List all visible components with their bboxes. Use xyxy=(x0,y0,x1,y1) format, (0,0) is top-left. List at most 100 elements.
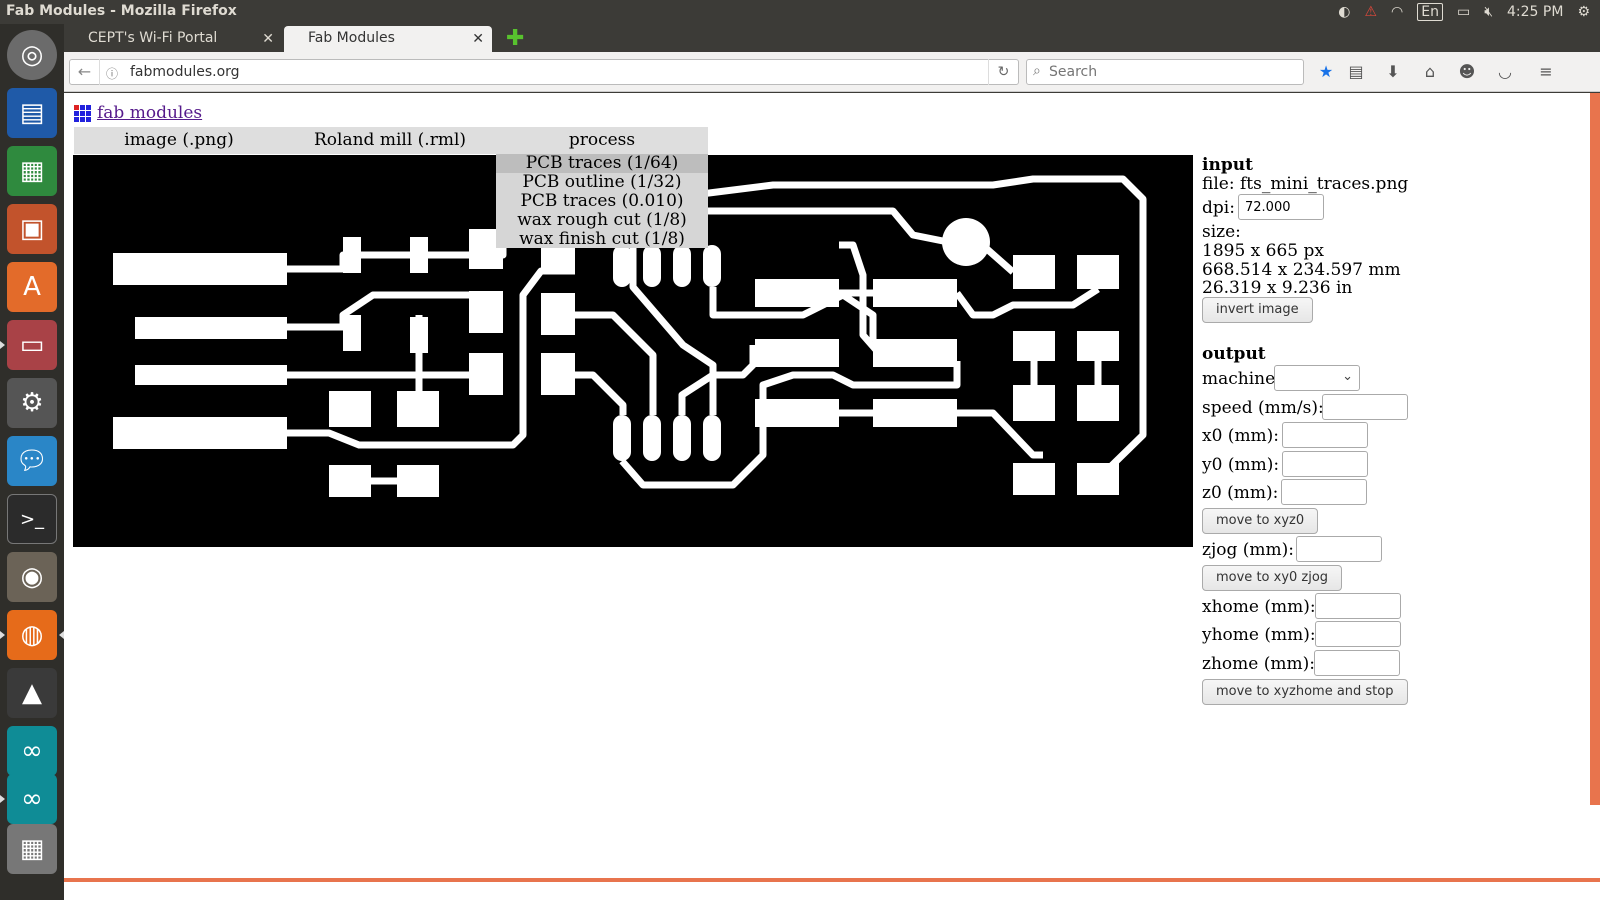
files-icon[interactable]: ▭ xyxy=(7,320,57,370)
zjog-label: zjog (mm): xyxy=(1202,540,1294,560)
chat-icon[interactable]: ☻ xyxy=(1455,60,1479,84)
arduino-icon[interactable]: ∞ xyxy=(7,726,57,776)
keyboard-layout-indicator[interactable]: En xyxy=(1417,3,1443,21)
process-dropdown: PCB traces (1/64) PCB outline (1/32) PCB… xyxy=(496,154,708,249)
tab-strip: CEPT's Wi-Fi Portal ✕ Fab Modules ✕ ✚ xyxy=(64,24,1600,52)
ubuntu-dash-icon[interactable]: ◎ xyxy=(7,30,57,80)
running-indicator xyxy=(0,631,5,639)
wifi-icon[interactable]: ◠ xyxy=(1391,4,1403,20)
size-px: 1895 x 665 px xyxy=(1202,241,1324,261)
fab-modules-home[interactable]: fab modules xyxy=(74,103,202,123)
move-to-xy0-zjog-button[interactable]: move to xy0 zjog xyxy=(1202,565,1343,591)
workspace-switcher-icon[interactable]: ▦ xyxy=(7,824,57,874)
search-input[interactable] xyxy=(1049,62,1289,82)
machine-label: machine xyxy=(1202,369,1276,389)
dpi-label: dpi: xyxy=(1202,198,1235,218)
bookmark-star-icon[interactable]: ★ xyxy=(1314,60,1338,84)
page-scrollbar[interactable] xyxy=(1590,93,1600,880)
terminal-icon[interactable]: >_ xyxy=(7,494,57,544)
gimp-icon[interactable]: ◉ xyxy=(7,552,57,602)
reload-icon[interactable]: ↻ xyxy=(988,59,1018,85)
tab-wifi-portal[interactable]: CEPT's Wi-Fi Portal ✕ xyxy=(64,26,282,52)
search-icon: ⌕ xyxy=(1033,63,1041,79)
url-text[interactable]: fabmodules.org xyxy=(130,64,240,80)
arduino-icon[interactable]: ∞ xyxy=(7,774,57,824)
calc-icon[interactable]: ▦ xyxy=(7,146,57,196)
site-info-icon[interactable]: ⓘ xyxy=(106,65,118,82)
invert-image-button[interactable]: invert image xyxy=(1202,297,1313,323)
menu-process[interactable]: process xyxy=(496,127,708,154)
power-gear-icon[interactable]: ⚙ xyxy=(1577,4,1590,20)
writer-icon[interactable]: ▤ xyxy=(7,88,57,138)
pocket-icon[interactable]: ◡ xyxy=(1493,60,1517,84)
bookmarks-menu-icon[interactable]: ▤ xyxy=(1344,60,1368,84)
url-bar[interactable]: ← ⓘ fabmodules.org ↻ xyxy=(69,59,1019,85)
input-heading: input xyxy=(1202,155,1253,175)
z0-input[interactable] xyxy=(1281,479,1367,505)
yhome-label: yhome (mm): xyxy=(1202,625,1316,645)
y0-label: y0 (mm): xyxy=(1202,455,1280,475)
speed-label: speed (mm/s): xyxy=(1202,398,1324,418)
running-indicator xyxy=(0,795,5,803)
process-option[interactable]: wax rough cut (1/8) xyxy=(496,211,708,230)
hamburger-menu-icon[interactable]: ≡ xyxy=(1534,60,1558,84)
z0-label: z0 (mm): xyxy=(1202,483,1279,503)
yhome-input[interactable] xyxy=(1315,621,1401,647)
close-icon[interactable]: ✕ xyxy=(472,31,484,47)
search-bar[interactable]: ⌕ xyxy=(1026,59,1304,85)
xhome-input[interactable] xyxy=(1315,593,1401,619)
impress-icon[interactable]: ▣ xyxy=(7,204,57,254)
page-bottom-accent xyxy=(64,878,1600,882)
close-icon[interactable]: ✕ xyxy=(262,31,274,47)
back-arrow-icon[interactable]: ← xyxy=(70,59,100,85)
menu-roland-mill[interactable]: Roland mill (.rml) xyxy=(284,127,496,154)
dpi-input[interactable] xyxy=(1238,194,1324,220)
size-label: size: xyxy=(1202,222,1241,242)
x0-label: x0 (mm): xyxy=(1202,426,1280,446)
software-center-icon[interactable]: A xyxy=(7,262,57,312)
clock[interactable]: 4:25 PM xyxy=(1507,4,1563,20)
navigation-toolbar: ← ⓘ fabmodules.org ↻ ⌕ ★ ▤ ⬇ ⌂ ☻ ◡ ≡ xyxy=(64,52,1600,92)
speed-input[interactable] xyxy=(1322,394,1408,420)
battery-icon[interactable]: ▭ xyxy=(1457,4,1470,20)
firefox-icon[interactable]: ◍ xyxy=(7,610,57,660)
system-top-bar: Fab Modules - Mozilla Firefox ◐ ⚠ ◠ En ▭… xyxy=(0,0,1600,24)
new-tab-button[interactable]: ✚ xyxy=(506,26,524,51)
running-indicator xyxy=(0,341,5,349)
y0-input[interactable] xyxy=(1282,451,1368,477)
empathy-chat-icon[interactable]: 💬︎ xyxy=(7,436,57,486)
process-option[interactable]: PCB outline (1/32) xyxy=(496,173,708,192)
home-icon[interactable]: ⌂ xyxy=(1418,60,1442,84)
inkscape-icon[interactable]: ▲ xyxy=(7,668,57,718)
fab-modules-link[interactable]: fab modules xyxy=(97,103,202,123)
window-title: Fab Modules - Mozilla Firefox xyxy=(6,3,237,19)
system-tray: ◐ ⚠ ◠ En ▭ 🔇︎ 4:25 PM ⚙ xyxy=(1338,0,1590,24)
zhome-label: zhome (mm): xyxy=(1202,654,1315,674)
output-heading: output xyxy=(1202,344,1266,364)
scrollbar-thumb[interactable] xyxy=(1590,93,1600,805)
x0-input[interactable] xyxy=(1282,422,1368,448)
move-to-xyzhome-button[interactable]: move to xyzhome and stop xyxy=(1202,679,1408,705)
xhome-label: xhome (mm): xyxy=(1202,597,1316,617)
size-in: 26.319 x 9.236 in xyxy=(1202,278,1353,298)
zjog-input[interactable] xyxy=(1296,536,1382,562)
downloads-icon[interactable]: ⬇ xyxy=(1381,60,1405,84)
sync-icon[interactable]: ◐ xyxy=(1338,4,1350,20)
chevron-down-icon: ⌄ xyxy=(1342,369,1353,384)
menu-image-png[interactable]: image (.png) xyxy=(74,127,284,154)
volume-muted-icon[interactable]: 🔇︎ xyxy=(1484,4,1493,20)
input-file: file: fts_mini_traces.png xyxy=(1202,174,1409,194)
tab-fab-modules[interactable]: Fab Modules ✕ xyxy=(284,26,492,52)
process-option[interactable]: wax finish cut (1/8) xyxy=(496,230,708,249)
unity-launcher: ◎ ▤ ▦ ▣ A ▭ ⚙ 💬︎ >_ ◉ ◍ ▲ ∞ ∞ ▦ xyxy=(0,24,64,900)
process-option[interactable]: PCB traces (0.010) xyxy=(496,192,708,211)
process-option[interactable]: PCB traces (1/64) xyxy=(496,154,708,173)
system-settings-icon[interactable]: ⚙ xyxy=(7,378,57,428)
size-mm: 668.514 x 234.597 mm xyxy=(1202,260,1401,280)
warning-icon[interactable]: ⚠ xyxy=(1364,4,1377,20)
zhome-input[interactable] xyxy=(1314,650,1400,676)
tab-label: CEPT's Wi-Fi Portal xyxy=(88,30,218,46)
web-page: fab modules image (.png) Roland mill (.r… xyxy=(64,93,1600,900)
machine-select[interactable]: ⌄ xyxy=(1274,365,1360,391)
move-to-xyz0-button[interactable]: move to xyz0 xyxy=(1202,508,1319,534)
